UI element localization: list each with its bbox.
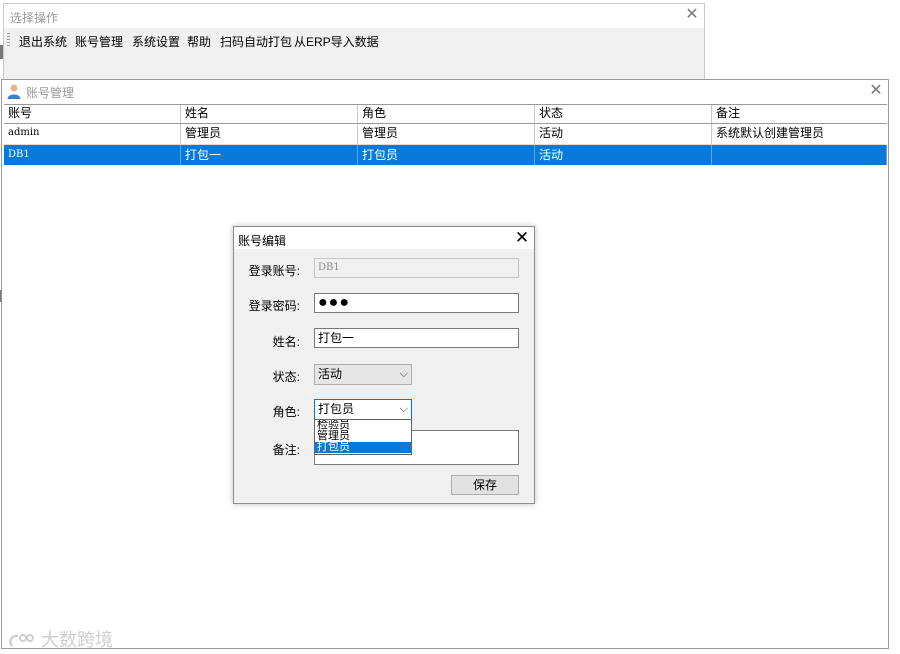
menu-help[interactable]: 帮助 — [187, 33, 211, 50]
chevron-down-icon: ⌵ — [399, 403, 408, 415]
chevron-down-icon: ⌵ — [399, 368, 408, 380]
table-header-row: 账号 姓名 角色 状态 备注 — [4, 105, 887, 124]
table-cell: 活动 — [535, 145, 712, 165]
account-window-titlebar[interactable]: 账号管理 ✕ — [2, 80, 888, 102]
password-label: 登录密码: — [248, 299, 300, 313]
menu-scan-auto-pack[interactable]: 扫码自动打包 — [220, 33, 292, 50]
menu-system-settings[interactable]: 系统设置 — [132, 33, 180, 50]
watermark-text: 大数跨境 — [41, 630, 114, 650]
table-row[interactable]: admin 管理员 管理员 活动 系统默认创建管理员 — [4, 124, 887, 145]
account-window-close-icon[interactable]: ✕ — [868, 83, 884, 99]
table-cell: 管理员 — [358, 124, 535, 144]
column-header-role[interactable]: 角色 — [358, 105, 535, 123]
watermark: 大数跨境 — [8, 626, 113, 652]
menu-exit-system[interactable]: 退出系统 — [19, 33, 67, 50]
table-cell: 管理员 — [181, 124, 358, 144]
role-option-selected[interactable]: 打包员 — [315, 442, 411, 453]
column-header-remark[interactable]: 备注 — [712, 105, 887, 123]
table-cell: 活动 — [535, 124, 712, 144]
watermark-logo-icon — [9, 634, 34, 648]
table-cell: 打包员 — [358, 145, 535, 165]
menu-account-management[interactable]: 账号管理 — [75, 33, 123, 50]
table-cell: 打包一 — [181, 145, 358, 165]
name-label: 姓名: — [272, 335, 300, 349]
select-window-titlebar[interactable]: 选择操作 ✕ — [4, 4, 704, 28]
edit-dialog-title: 账号编辑 — [238, 234, 287, 248]
role-label: 角色: — [272, 405, 300, 419]
select-operation-window: 选择操作 ✕ 退出系统 账号管理 系统设置 帮助 扫码自动打包 从ERP导入数据 — [3, 3, 705, 81]
menu-import-from-erp[interactable]: 从ERP导入数据 — [294, 33, 379, 50]
menu-bar: 退出系统 账号管理 系统设置 帮助 扫码自动打包 从ERP导入数据 — [4, 29, 704, 51]
save-button[interactable]: 保存 — [451, 475, 519, 495]
account-label: 登录账号: — [248, 264, 300, 278]
account-table: 账号 姓名 角色 状态 备注 admin 管理员 管理员 活动 系统默认创建管理… — [4, 104, 887, 165]
background-window-edge — [0, 45, 3, 59]
status-label: 状态: — [272, 370, 300, 384]
table-cell: 系统默认创建管理员 — [716, 126, 825, 140]
account-edit-dialog: 账号编辑 ✕ 登录账号: DB1 登录密码: ●●● 姓名: 打包一 状态: 活… — [233, 226, 535, 504]
select-window-title: 选择操作 — [10, 11, 59, 25]
role-select[interactable]: 打包员 ⌵ — [314, 399, 412, 420]
account-window-title: 账号管理 — [26, 86, 75, 100]
table-cell: admin — [4, 124, 181, 144]
table-row-selected[interactable]: DB1 打包一 打包员 活动 — [4, 145, 887, 165]
role-dropdown-list: 检验员 管理员 打包员 — [314, 419, 412, 455]
password-field[interactable]: ●●● — [314, 293, 519, 313]
name-field[interactable]: 打包一 — [314, 328, 519, 348]
select-window-close-icon[interactable]: ✕ — [684, 7, 700, 23]
remark-label: 备注: — [272, 443, 300, 457]
column-header-status[interactable]: 状态 — [535, 105, 712, 123]
edit-dialog-titlebar[interactable]: 账号编辑 ✕ — [234, 227, 534, 249]
status-select[interactable]: 活动 ⌵ — [314, 364, 412, 385]
role-select-value: 打包员 — [318, 402, 355, 416]
column-header-account[interactable]: 账号 — [4, 105, 181, 123]
column-header-name[interactable]: 姓名 — [181, 105, 358, 123]
menu-grip-icon[interactable] — [7, 33, 10, 47]
table-cell — [712, 145, 887, 165]
table-cell: DB1 — [4, 145, 181, 165]
account-field: DB1 — [314, 258, 519, 278]
edit-dialog-close-icon[interactable]: ✕ — [514, 229, 530, 246]
user-icon — [7, 84, 21, 99]
status-select-value: 活动 — [318, 367, 343, 381]
